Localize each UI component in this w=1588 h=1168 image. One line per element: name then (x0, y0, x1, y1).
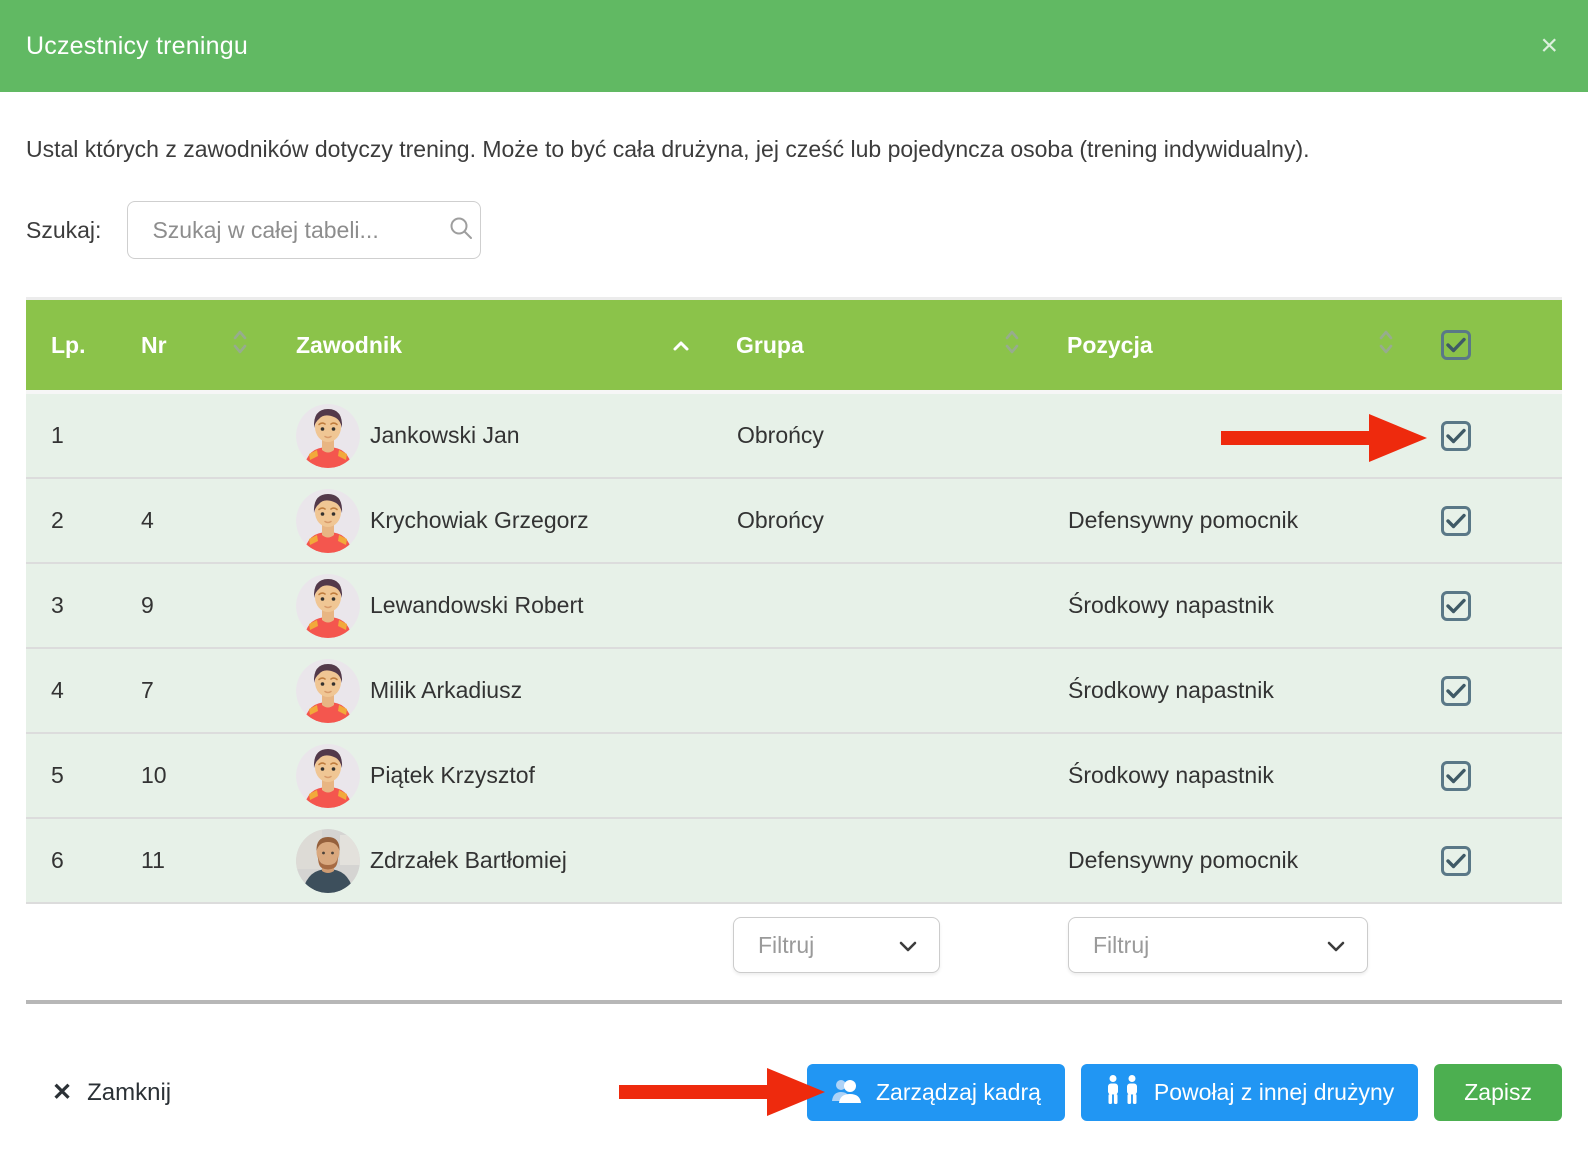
column-header-pozycja-label: Pozycja (1067, 332, 1153, 359)
close-modal-button[interactable]: ✕ Zamknij (52, 1078, 171, 1107)
chevron-down-icon (1325, 932, 1347, 959)
manage-squad-button[interactable]: Zarządzaj kadrą (807, 1064, 1065, 1121)
search-row: Szukaj: (26, 201, 1562, 259)
player-avatar-cartoon (296, 404, 360, 468)
player-avatar-cartoon (296, 659, 360, 723)
table-row[interactable]: 4 7 (26, 649, 1562, 734)
sort-icon (232, 328, 248, 362)
player-avatar-cartoon (296, 574, 360, 638)
search-box[interactable] (127, 201, 481, 259)
sort-icon (1378, 328, 1394, 362)
two-people-icon (1105, 1075, 1141, 1111)
table-row[interactable]: 3 9 (26, 564, 1562, 649)
row-checkbox[interactable] (1441, 761, 1471, 791)
row-checkbox[interactable] (1441, 591, 1471, 621)
table-row[interactable]: 2 4 (26, 479, 1562, 564)
call-up-label: Powołaj z innej drużyny (1154, 1079, 1394, 1106)
row-checkbox[interactable] (1441, 846, 1471, 876)
save-label: Zapisz (1464, 1079, 1532, 1106)
player-group: Obrońcy (711, 507, 1042, 534)
player-position: Defensywny pomocnik (1042, 847, 1416, 874)
table-row[interactable]: 6 11 (26, 819, 1562, 904)
player-position: Środkowy napastnik (1042, 592, 1416, 619)
player-group: Obrońcy (711, 422, 1042, 449)
users-icon (831, 1076, 863, 1110)
close-icon[interactable]: × (1540, 31, 1558, 61)
player-position: Środkowy napastnik (1042, 762, 1416, 789)
footer-divider (26, 1000, 1562, 1004)
row-checkbox[interactable] (1441, 506, 1471, 536)
row-index: 1 (26, 422, 116, 449)
chevron-down-icon (897, 932, 919, 959)
column-header-pozycja[interactable]: Pozycja (1042, 328, 1416, 362)
column-header-nr-label: Nr (141, 332, 167, 359)
column-header-grupa-label: Grupa (736, 332, 804, 359)
modal-title: Uczestnicy treningu (26, 32, 248, 61)
player-number: 7 (116, 677, 270, 704)
modal-header: Uczestnicy treningu × (0, 0, 1588, 92)
player-avatar-cartoon (296, 744, 360, 808)
row-index: 3 (26, 592, 116, 619)
player-number: 4 (116, 507, 270, 534)
filter-pozycja-dropdown[interactable]: Filtruj (1068, 917, 1368, 973)
row-checkbox[interactable] (1441, 421, 1471, 451)
filter-grupa-dropdown[interactable]: Filtruj (733, 917, 940, 973)
modal-footer: ✕ Zamknij Zarządzaj kadrą (26, 1064, 1562, 1121)
player-number: 10 (116, 762, 270, 789)
player-number: 9 (116, 592, 270, 619)
participants-table: Lp. Nr Zawodnik Grupa (26, 297, 1562, 986)
player-position: Defensywny pomocnik (1042, 507, 1416, 534)
search-icon (448, 215, 474, 246)
table-row[interactable]: 5 10 (26, 734, 1562, 819)
search-input[interactable] (152, 217, 448, 244)
close-x-icon: ✕ (52, 1078, 72, 1107)
modal-description: Ustal których z zawodników dotyczy treni… (26, 136, 1562, 163)
table-body: 1 (26, 394, 1562, 904)
column-header-grupa[interactable]: Grupa (711, 328, 1042, 362)
row-index: 2 (26, 507, 116, 534)
select-all-checkbox[interactable] (1441, 330, 1471, 360)
column-header-zawodnik[interactable]: Zawodnik (270, 332, 711, 359)
player-name: Jankowski Jan (370, 422, 520, 449)
filter-pozycja-label: Filtruj (1093, 932, 1149, 959)
table-header-row: Lp. Nr Zawodnik Grupa (26, 297, 1562, 394)
filter-row: Filtruj Filtruj (26, 904, 1562, 986)
save-button[interactable]: Zapisz (1434, 1064, 1562, 1121)
row-checkbox[interactable] (1441, 676, 1471, 706)
player-name: Zdrzałek Bartłomiej (370, 847, 567, 874)
player-name: Milik Arkadiusz (370, 677, 522, 704)
row-index: 6 (26, 847, 116, 874)
column-header-nr[interactable]: Nr (116, 328, 270, 362)
player-position: Środkowy napastnik (1042, 677, 1416, 704)
row-index: 5 (26, 762, 116, 789)
player-avatar-photo (296, 829, 360, 893)
close-button-label: Zamknij (87, 1079, 171, 1107)
player-name: Piątek Krzysztof (370, 762, 535, 789)
player-name: Lewandowski Robert (370, 592, 584, 619)
sort-icon (1004, 328, 1020, 362)
player-avatar-cartoon (296, 489, 360, 553)
table-row[interactable]: 1 (26, 394, 1562, 479)
row-index: 4 (26, 677, 116, 704)
column-header-zawodnik-label: Zawodnik (296, 332, 402, 359)
call-up-other-team-button[interactable]: Powołaj z innej drużyny (1081, 1064, 1418, 1121)
sort-asc-icon (671, 332, 691, 359)
filter-grupa-label: Filtruj (758, 932, 814, 959)
column-header-lp[interactable]: Lp. (26, 332, 116, 359)
player-number: 11 (116, 847, 270, 874)
player-name: Krychowiak Grzegorz (370, 507, 589, 534)
manage-squad-label: Zarządzaj kadrą (876, 1079, 1041, 1106)
search-label: Szukaj: (26, 217, 101, 244)
